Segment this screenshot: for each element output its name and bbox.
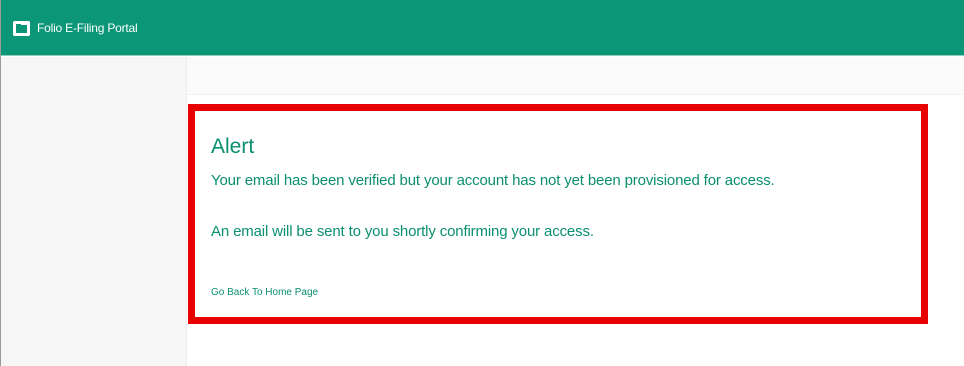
go-back-home-link[interactable]: Go Back To Home Page bbox=[211, 286, 318, 300]
left-sidebar bbox=[1, 57, 187, 366]
alert-title: Alert bbox=[211, 135, 255, 158]
alert-confirmation-message: An email will be sent to you shortly con… bbox=[211, 223, 594, 240]
alert-panel: Alert Your email has been verified but y… bbox=[188, 104, 928, 324]
app-title: Folio E-Filing Portal bbox=[37, 21, 138, 35]
browser-page: Folio E-Filing Portal Alert Your email h… bbox=[0, 0, 964, 366]
alert-verification-message: Your email has been verified but your ac… bbox=[211, 172, 775, 189]
folder-window-icon bbox=[13, 21, 30, 36]
top-header-bar: Folio E-Filing Portal bbox=[1, 0, 964, 56]
